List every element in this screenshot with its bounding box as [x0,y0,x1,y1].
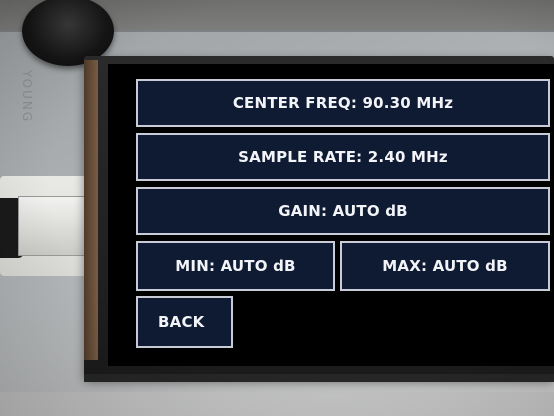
center-freq-button[interactable]: CENTER FREQ: 90.30 MHz [136,79,550,127]
device-bottom-edge [84,374,554,382]
back-button[interactable]: BACK [136,296,233,348]
max-button[interactable]: MAX: AUTO dB [340,241,550,291]
sample-rate-button[interactable]: SAMPLE RATE: 2.40 MHz [136,133,550,181]
usb-connector [18,196,92,256]
pcb-edge [84,60,98,360]
gain-button[interactable]: GAIN: AUTO dB [136,187,550,235]
enclosure-brand-text: YOUNG [20,70,34,124]
min-button[interactable]: MIN: AUTO dB [136,241,335,291]
